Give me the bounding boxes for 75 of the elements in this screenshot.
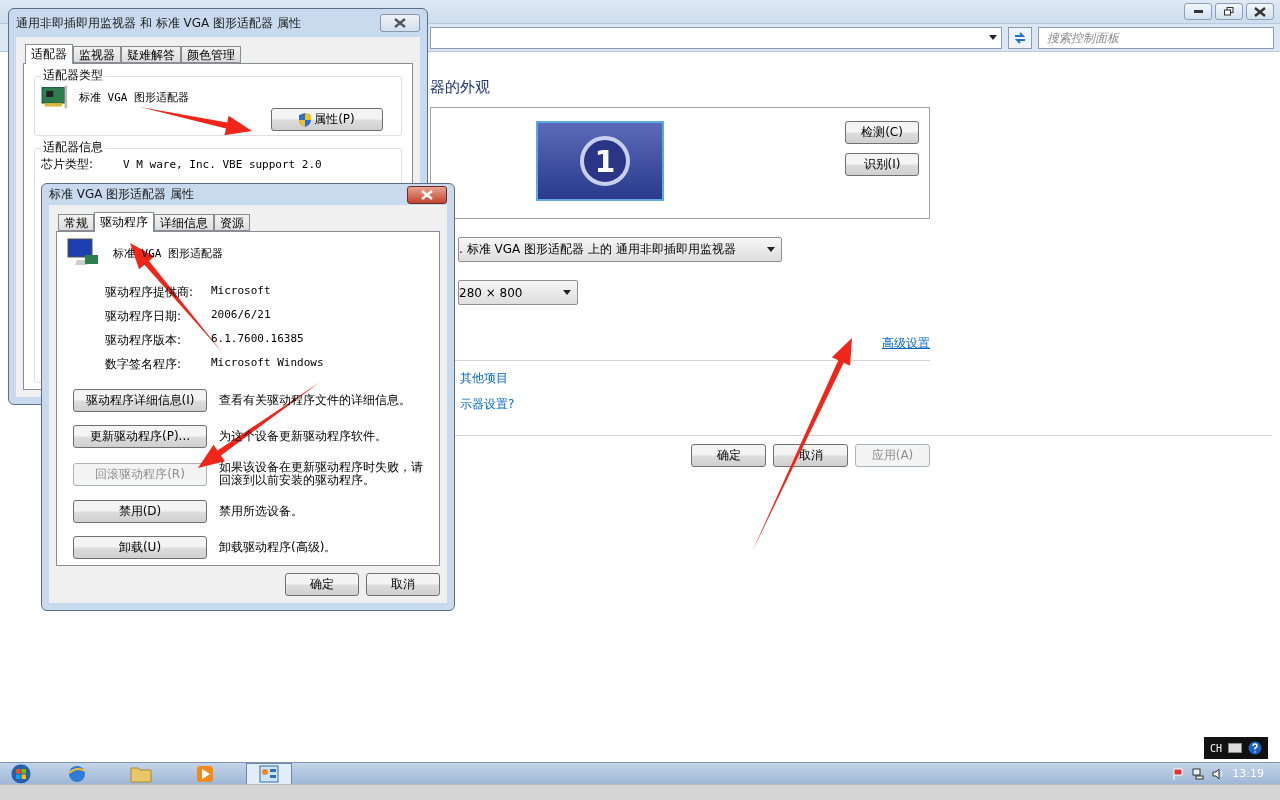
action-description: 卸载驱动程序(高级)。 — [219, 541, 338, 554]
dialog-title: 标准 VGA 图形适配器 属性 — [49, 186, 195, 203]
close-icon — [394, 18, 406, 28]
media-player-icon — [196, 764, 214, 783]
close-icon — [1254, 6, 1266, 17]
keyboard-icon[interactable] — [1228, 743, 1242, 753]
adapter-card-icon — [41, 84, 69, 110]
panel-button[interactable]: 识别(I) — [845, 153, 919, 176]
restore-button[interactable] — [1215, 3, 1243, 20]
help-icon[interactable] — [1248, 741, 1262, 755]
network-icon[interactable] — [1192, 767, 1205, 780]
taskbar-app-button[interactable] — [246, 762, 292, 785]
field-value: Microsoft — [211, 284, 272, 299]
field-value: V M ware, Inc. VBE support 2.0 — [123, 158, 322, 171]
tab[interactable]: 监视器 — [73, 46, 121, 63]
globe-icon — [67, 763, 87, 784]
dialog-title: 通用非即插即用监视器 和 标准 VGA 图形适配器 属性 — [16, 14, 301, 32]
settings-link[interactable]: 其他项目 — [460, 370, 930, 387]
minimize-icon — [1193, 10, 1203, 13]
dialog-button[interactable]: 确定 — [691, 444, 766, 467]
refresh-button[interactable] — [1008, 26, 1032, 49]
driver-action-button[interactable]: 禁用(D) — [73, 500, 207, 523]
search-field[interactable]: 搜索控制面板 — [1038, 26, 1274, 49]
action-description: 禁用所选设备。 — [219, 505, 304, 518]
volume-icon[interactable] — [1212, 767, 1225, 780]
dropdown-caret-icon — [563, 290, 571, 295]
horizontal-scrollbar[interactable] — [0, 784, 1280, 800]
monitor-number: 1 — [580, 136, 630, 186]
panel-button[interactable]: 检测(C) — [845, 121, 919, 144]
monitor-thumbnail[interactable]: 1 — [536, 121, 664, 201]
dropdown-caret-icon — [767, 247, 775, 252]
tab[interactable]: 常规 — [58, 214, 94, 231]
shield-icon — [299, 112, 312, 127]
settings-link[interactable]: 示器设置? — [460, 396, 930, 413]
field-label: 驱动程序日期: — [105, 308, 183, 325]
field-value: 2006/6/21 — [211, 308, 272, 323]
field-value: 6.1.7600.16385 — [211, 332, 305, 347]
close-button[interactable] — [1246, 3, 1274, 20]
advanced-settings-link[interactable]: 高级设置 — [882, 335, 930, 352]
field-value: Microsoft Windows — [211, 356, 325, 371]
dialog-button[interactable]: 取消 — [366, 573, 440, 596]
close-button[interactable] — [380, 14, 420, 32]
tab[interactable]: 适配器 — [25, 44, 73, 64]
dropdown-caret-icon — [989, 35, 997, 40]
adapter-name: 标准 VGA 图形适配器 — [79, 89, 190, 105]
field-label: 驱动程序版本: — [105, 332, 183, 349]
dialog-button[interactable]: 确定 — [285, 573, 359, 596]
tab[interactable]: 颜色管理 — [181, 46, 241, 63]
driver-action-button[interactable]: 更新驱动程序(P)... — [73, 425, 207, 448]
flag-icon[interactable] — [1172, 767, 1185, 780]
tab[interactable]: 驱动程序 — [94, 212, 154, 232]
driver-action-button[interactable]: 驱动程序详细信息(I) — [73, 389, 207, 412]
restore-icon — [1224, 7, 1234, 16]
monitor-icon — [67, 238, 99, 268]
address-field[interactable] — [430, 26, 1002, 49]
tab[interactable]: 详细信息 — [154, 214, 214, 231]
dialog-button[interactable]: 取消 — [773, 444, 848, 467]
resolution-select[interactable]: 280 × 800 — [458, 280, 578, 305]
close-button[interactable] — [407, 185, 447, 204]
tab[interactable]: 资源 — [214, 214, 250, 231]
field-label: 数字签名程序: — [105, 356, 183, 373]
close-icon — [421, 189, 433, 200]
group-label: 适配器信息 — [41, 139, 105, 156]
minimize-button[interactable] — [1184, 3, 1212, 20]
section-heading: 器的外观 — [430, 78, 491, 97]
language-indicator[interactable]: CH — [1209, 742, 1222, 754]
display-select[interactable]: . 标准 VGA 图形适配器 上的 通用非即插即用监视器 — [458, 237, 782, 262]
field-label: 芯片类型: — [41, 156, 94, 173]
control-panel-icon — [259, 764, 279, 783]
properties-button[interactable]: 属性(P) — [271, 108, 383, 131]
group-label: 适配器类型 — [41, 67, 105, 84]
action-description: 如果该设备在更新驱动程序时失败，请回滚到以前安装的驱动程序。 — [219, 461, 424, 487]
refresh-icon — [1013, 30, 1027, 45]
tab[interactable]: 疑难解答 — [121, 46, 181, 63]
driver-action-button[interactable]: 卸载(U) — [73, 536, 207, 559]
